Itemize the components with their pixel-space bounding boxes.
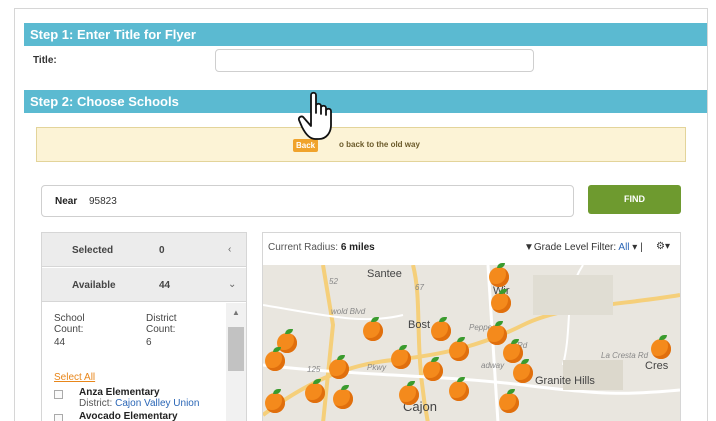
- map-canvas[interactable]: Santee Bost Granite Hills Cajon Cres Wir…: [263, 263, 680, 421]
- district-link[interactable]: Cajon Valley Union: [115, 398, 199, 409]
- school-marker-icon[interactable]: [305, 379, 325, 403]
- selected-count: 0: [159, 245, 165, 256]
- school-marker-icon[interactable]: [499, 389, 519, 413]
- near-search-field[interactable]: Near 95823: [41, 185, 574, 217]
- radius-readout: Current Radius: 6 miles: [268, 242, 375, 253]
- district-prefix: District:: [79, 398, 113, 409]
- school-marker-icon[interactable]: [333, 385, 353, 409]
- school-marker-icon[interactable]: [329, 355, 349, 379]
- select-all-link[interactable]: Select All: [54, 372, 95, 383]
- school-district: District: Cajon Valley Union: [79, 398, 199, 409]
- notice-banner: Back o back to the old way: [36, 127, 686, 162]
- selected-label: Selected: [72, 245, 114, 256]
- available-count: 44: [159, 280, 171, 291]
- school-marker-icon[interactable]: [265, 389, 285, 413]
- school-count: 44: [54, 337, 66, 348]
- district-count-label: District Count:: [146, 313, 177, 335]
- map-label-granite-hills: Granite Hills: [535, 375, 595, 387]
- map-label-bradway: adway: [481, 361, 505, 370]
- map-panel: Current Radius: 6 miles ▼Grade Level Fil…: [262, 232, 681, 421]
- school-marker-icon[interactable]: [391, 345, 411, 369]
- map-label-santee: Santee: [367, 268, 402, 280]
- map-label-la-cresta: La Cresta Rd: [601, 351, 649, 360]
- map-header: Current Radius: 6 miles ▼Grade Level Fil…: [263, 233, 680, 265]
- route-52-label: 52: [329, 277, 338, 286]
- scroll-thumb[interactable]: [228, 327, 244, 371]
- school-name: Avocado Elementary: [79, 411, 178, 421]
- grade-filter-value[interactable]: All: [618, 242, 629, 253]
- list-scrollbar[interactable]: ▲: [226, 303, 246, 421]
- title-label: Title:: [33, 55, 57, 66]
- school-marker-icon[interactable]: [651, 335, 671, 359]
- radius-value: 6 miles: [340, 242, 375, 253]
- chevron-left-icon[interactable]: ‹: [228, 244, 231, 255]
- chevron-down-icon[interactable]: ⌄: [228, 279, 236, 290]
- near-input[interactable]: 95823: [89, 196, 117, 207]
- map-label-crest: Cres: [645, 360, 669, 372]
- school-count-label: School Count:: [54, 313, 85, 335]
- step1-header: Step 1: Enter Title for Flyer: [24, 23, 707, 46]
- step2-header: Step 2: Choose Schools: [24, 90, 707, 113]
- hand-pointer-icon: [297, 91, 332, 140]
- selected-row[interactable]: Selected 0 ‹: [42, 233, 246, 267]
- available-row[interactable]: Available 44 ⌄: [42, 268, 246, 302]
- title-input[interactable]: [215, 49, 534, 72]
- school-marker-icon[interactable]: [399, 381, 419, 405]
- school-marker-icon[interactable]: [503, 339, 523, 363]
- school-marker-icon[interactable]: [491, 289, 511, 313]
- route-125-label: 125: [307, 365, 321, 374]
- district-count: 6: [146, 337, 152, 348]
- school-marker-icon[interactable]: [449, 337, 469, 361]
- map-roads: [263, 265, 680, 421]
- scroll-up-icon[interactable]: ▲: [232, 308, 240, 317]
- school-marker-icon[interactable]: [265, 347, 285, 371]
- gear-icon[interactable]: ⚙▾: [656, 241, 670, 252]
- route-67-label: 67: [415, 283, 424, 292]
- radius-label: Current Radius:: [268, 242, 339, 253]
- school-marker-icon[interactable]: [513, 359, 533, 383]
- map-label-wold: wold Blvd: [331, 307, 366, 316]
- school-marker-icon[interactable]: [431, 317, 451, 341]
- school-marker-icon[interactable]: [487, 321, 507, 345]
- find-button[interactable]: FIND: [588, 185, 681, 214]
- school-checkbox[interactable]: [54, 390, 63, 399]
- school-panel: Selected 0 ‹ Available 44 ⌄ School Count…: [41, 232, 247, 421]
- map-label-bost: Bost: [408, 319, 431, 331]
- notice-text: o back to the old way: [339, 140, 420, 149]
- flyer-form: Step 1: Enter Title for Flyer Title: Ste…: [14, 8, 708, 421]
- available-label: Available: [72, 280, 116, 291]
- school-name: Anza Elementary: [79, 387, 160, 398]
- near-label: Near: [55, 196, 78, 207]
- map-label-pkwy: Pkwy: [367, 363, 387, 372]
- school-marker-icon[interactable]: [489, 263, 509, 287]
- grade-filter-label: Grade Level Filter:: [533, 242, 617, 253]
- school-checkbox[interactable]: [54, 414, 63, 421]
- grade-filter[interactable]: ▼Grade Level Filter: All ▾ |: [524, 242, 643, 253]
- school-marker-icon[interactable]: [423, 357, 443, 381]
- school-marker-icon[interactable]: [449, 377, 469, 401]
- school-marker-icon[interactable]: [363, 317, 383, 341]
